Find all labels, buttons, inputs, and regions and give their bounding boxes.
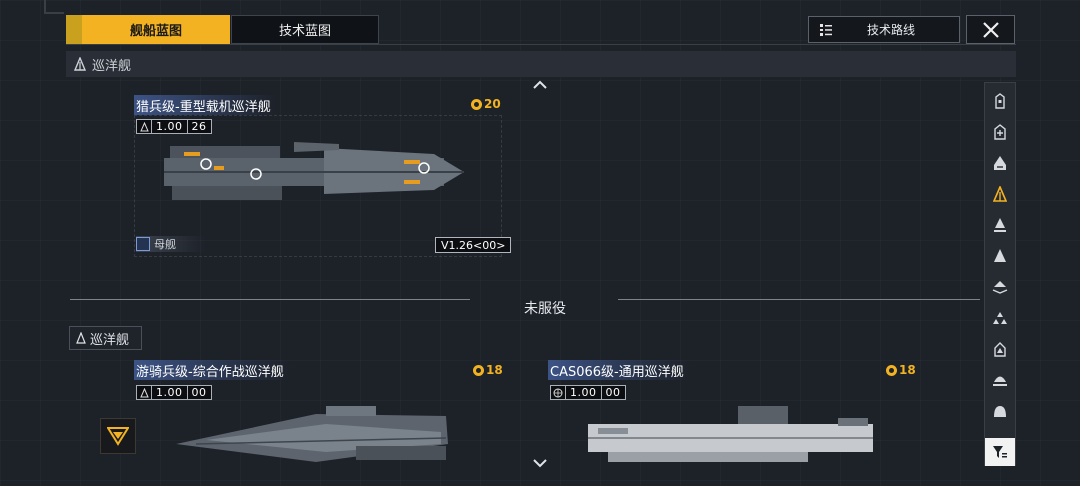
ship-cost-value: 18: [899, 363, 916, 377]
close-icon: [982, 21, 999, 38]
rail-heavy[interactable]: [985, 366, 1015, 394]
faction-emblem-icon: [107, 427, 129, 446]
divider-label: 未服役: [524, 301, 566, 317]
rail-battlecruiser[interactable]: [985, 211, 1015, 239]
corner-decoration: [44, 0, 64, 14]
coin-icon: [471, 98, 482, 110]
ship-level-main: 1.00: [566, 385, 602, 400]
tab-edge-accent: [66, 15, 82, 44]
ship-cost: 18: [886, 363, 916, 377]
ship-hunter-image: [164, 142, 464, 200]
ship-level-main: 1.00: [152, 385, 188, 400]
destroyer-class-icon: [994, 124, 1006, 140]
ship-cas066-image: [588, 406, 873, 462]
rail-corvette[interactable]: [985, 304, 1015, 332]
frigate-class-icon: [995, 93, 1005, 109]
tab-tech-blueprint[interactable]: 技术蓝图: [231, 15, 379, 44]
scroll-down-icon[interactable]: [532, 458, 548, 468]
ship-title: 游骑兵级-综合作战巡洋舰: [134, 360, 290, 380]
coin-icon: [473, 364, 484, 376]
ship-card-hunter[interactable]: 猎兵级-重型载机巡洋舰 20 1.00 26 母舰 V1.26<00>: [134, 95, 512, 260]
ship-version: V1.26<00>: [435, 237, 512, 253]
rail-dome[interactable]: [985, 397, 1015, 425]
ship-tag-label: 母舰: [154, 238, 176, 251]
top-divider: [66, 44, 1016, 45]
cruiser-class-icon: [993, 186, 1007, 202]
ship-tag: 母舰: [136, 236, 206, 252]
tab-ship-blueprint[interactable]: 舰船蓝图: [82, 15, 230, 44]
rail-frigate[interactable]: [985, 87, 1015, 115]
carrier-class-icon: [992, 281, 1008, 294]
rail-destroyer-alt[interactable]: [985, 149, 1015, 177]
ship-cost-value: 20: [484, 97, 501, 111]
sub-section-title: 巡洋舰: [90, 332, 130, 348]
divider-line-right: [618, 299, 980, 300]
rail-station[interactable]: [985, 335, 1015, 363]
rail-carrier[interactable]: [985, 273, 1015, 301]
section-bar: 巡洋舰: [66, 51, 1016, 77]
cruiser-class-icon: [136, 119, 152, 134]
ship-card-ranger[interactable]: 游骑兵级-综合作战巡洋舰 18 1.00 00: [134, 360, 504, 480]
rail-cruiser[interactable]: [985, 180, 1015, 208]
tech-route-label: 技术路线: [866, 23, 915, 37]
ship-card-cas066[interactable]: CAS066级-通用巡洋舰 18 1.00 00: [548, 360, 918, 480]
globe-icon: [550, 385, 566, 400]
dome-class-icon: [994, 406, 1006, 417]
station-class-icon: [994, 342, 1006, 357]
ship-title: CAS066级-通用巡洋舰: [548, 360, 690, 380]
tech-route-button[interactable]: 技术路线: [808, 16, 960, 43]
destroyer-alt-class-icon: [994, 156, 1006, 170]
section-title: 巡洋舰: [92, 58, 132, 74]
ship-ranger-image: [176, 406, 448, 462]
ship-level: 1.00 00: [550, 385, 626, 400]
sub-section-header: 巡洋舰: [69, 326, 142, 350]
battlecruiser-class-icon: [994, 218, 1006, 232]
ship-class-rail: [984, 82, 1016, 466]
faction-emblem[interactable]: [100, 418, 136, 454]
cruiser-class-icon: [136, 385, 152, 400]
rail-destroyer[interactable]: [985, 118, 1015, 146]
ship-level-sub: 00: [601, 385, 626, 400]
ship-cost: 20: [471, 97, 501, 111]
filter-button[interactable]: [985, 438, 1015, 466]
divider-line-left: [70, 299, 470, 300]
ship-title: 猎兵级-重型载机巡洋舰: [134, 95, 277, 115]
ship-cost: 18: [473, 363, 503, 377]
ship-cost-value: 18: [486, 363, 503, 377]
rail-auxiliary[interactable]: [985, 242, 1015, 270]
ship-level-sub: 00: [187, 385, 212, 400]
heavy-class-icon: [993, 376, 1007, 386]
ship-level: 1.00 00: [136, 385, 212, 400]
coin-icon: [886, 364, 897, 376]
corvette-class-icon: [993, 312, 1007, 324]
cruiser-class-icon: [74, 57, 86, 71]
cruiser-class-icon: [76, 332, 86, 344]
filter-icon: [993, 446, 1007, 458]
auxiliary-class-icon: [994, 249, 1006, 262]
top-tabs: 舰船蓝图 技术蓝图: [66, 15, 379, 44]
close-button[interactable]: [966, 15, 1015, 44]
scroll-up-icon[interactable]: [532, 80, 548, 90]
mothership-icon: [136, 237, 150, 251]
tech-tree-icon: [820, 23, 832, 36]
